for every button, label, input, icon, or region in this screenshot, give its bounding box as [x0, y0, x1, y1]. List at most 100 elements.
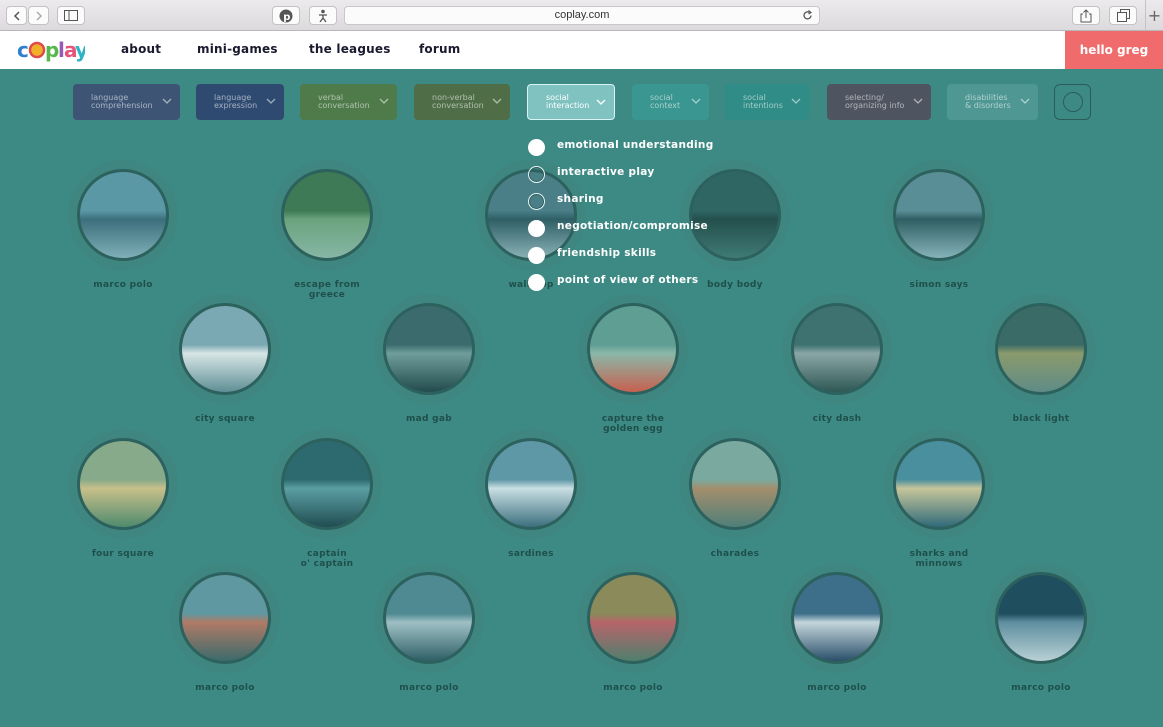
game-title[interactable]: marco polo: [53, 280, 193, 290]
back-button[interactable]: [6, 6, 27, 25]
game-tile[interactable]: [680, 160, 790, 270]
game-tile[interactable]: [476, 429, 586, 539]
new-tab-button[interactable]: +: [1145, 0, 1163, 31]
radio-icon[interactable]: [528, 165, 545, 183]
logo-mark: c p l a y: [17, 38, 85, 62]
svg-text:c: c: [17, 38, 29, 62]
game-title[interactable]: four square: [53, 549, 193, 559]
nav-the-leagues[interactable]: the leagues: [309, 42, 391, 56]
game-title-line1: sardines: [508, 549, 554, 559]
filter-chip[interactable]: social context: [632, 84, 709, 120]
game-title[interactable]: black light: [971, 414, 1111, 424]
dropdown-option-label: friendship skills: [557, 247, 657, 259]
dropdown-option[interactable]: interactive play: [528, 165, 654, 183]
game-tile[interactable]: [170, 294, 280, 404]
filter-chip[interactable]: social intentions: [725, 84, 809, 120]
radio-icon[interactable]: [528, 192, 545, 210]
game-tile[interactable]: [374, 294, 484, 404]
browser-toolbar: p coplay.com +: [0, 0, 1163, 31]
game-title[interactable]: marco polo: [971, 683, 1111, 693]
game-title[interactable]: simon says: [869, 280, 1009, 290]
game-title-line1: capture the: [601, 414, 665, 424]
chevron-down-icon: [162, 98, 172, 104]
address-bar[interactable]: coplay.com: [344, 6, 820, 25]
user-greeting-button[interactable]: hello greg: [1065, 31, 1163, 69]
radio-icon[interactable]: [528, 219, 545, 237]
game-tile[interactable]: [68, 160, 178, 270]
game-tile[interactable]: [782, 294, 892, 404]
game-tile[interactable]: [170, 563, 280, 673]
game-thumbnail: [896, 172, 982, 258]
share-button[interactable]: [1072, 6, 1100, 25]
game-tile[interactable]: [782, 563, 892, 673]
accessibility-button[interactable]: [309, 6, 337, 25]
dropdown-option-label: negotiation/compromise: [557, 220, 708, 232]
game-title-line1: escape from: [294, 280, 360, 290]
nav-mini-games[interactable]: mini-games: [197, 42, 278, 56]
filter-chip[interactable]: language expression: [196, 84, 284, 120]
filter-chip[interactable]: disabilities & disorders: [947, 84, 1038, 120]
filter-chip[interactable]: non-verbal conversation: [414, 84, 510, 120]
game-tile[interactable]: [986, 294, 1096, 404]
game-tile[interactable]: [578, 563, 688, 673]
dropdown-option-label: emotional understanding: [557, 139, 714, 151]
game-thumbnail: [692, 172, 778, 258]
coplay-logo[interactable]: c p l a y: [17, 38, 85, 62]
chevron-left-icon: [13, 10, 20, 21]
game-tile[interactable]: [680, 429, 790, 539]
radio-icon[interactable]: [528, 138, 545, 156]
dropdown-option[interactable]: point of view of others: [528, 273, 698, 291]
chevron-down-icon: [1020, 98, 1030, 104]
filter-chip[interactable]: verbal conversation: [300, 84, 397, 120]
game-title-line1: marco polo: [195, 683, 255, 693]
game-thumbnail: [386, 575, 472, 661]
tabs-button[interactable]: [1109, 6, 1137, 25]
game-thumbnail: [794, 306, 880, 392]
filter-toggle-button[interactable]: [1054, 84, 1091, 120]
site-header: c p l a y about mini-games the leagues f…: [0, 31, 1163, 69]
filter-label-line2: organizing info: [845, 101, 905, 110]
game-thumbnail: [284, 172, 370, 258]
game-title-line1: mad gab: [405, 414, 453, 424]
forward-button[interactable]: [28, 6, 49, 25]
game-title-line1: city square: [195, 414, 255, 424]
game-tile[interactable]: [272, 429, 382, 539]
filter-chip[interactable]: selecting/organizing info: [827, 84, 931, 120]
dropdown-option-label: point of view of others: [557, 274, 699, 286]
dropdown-option[interactable]: friendship skills: [528, 246, 656, 264]
game-title[interactable]: sardines: [461, 549, 601, 559]
nav-forum[interactable]: forum: [419, 42, 460, 56]
game-tile[interactable]: [374, 563, 484, 673]
game-tile[interactable]: [884, 429, 994, 539]
game-thumbnail: [80, 441, 166, 527]
filter-chip[interactable]: language comprehension: [73, 84, 180, 120]
game-tile[interactable]: [68, 429, 178, 539]
dropdown-option[interactable]: sharing: [528, 192, 604, 210]
game-tile[interactable]: [986, 563, 1096, 673]
chevron-down-icon: [913, 98, 923, 104]
radio-icon[interactable]: [528, 273, 545, 291]
chevron-down-icon: [266, 98, 276, 104]
game-title[interactable]: marco polo: [563, 683, 703, 693]
game-title[interactable]: charades: [665, 549, 805, 559]
sidebar-button[interactable]: [57, 6, 85, 25]
filter-label: language comprehension: [91, 94, 161, 110]
dropdown-option[interactable]: emotional understanding: [528, 138, 714, 156]
game-title[interactable]: city square: [155, 414, 295, 424]
radio-icon[interactable]: [528, 246, 545, 264]
reload-icon[interactable]: [802, 10, 813, 21]
game-title-line1: four square: [91, 549, 155, 559]
chevron-down-icon: [691, 98, 701, 104]
game-title[interactable]: marco polo: [767, 683, 907, 693]
game-title[interactable]: city dash: [767, 414, 907, 424]
game-tile[interactable]: [272, 160, 382, 270]
pinterest-button[interactable]: p: [272, 6, 300, 25]
game-title[interactable]: mad gab: [359, 414, 499, 424]
game-title[interactable]: marco polo: [359, 683, 499, 693]
nav-about[interactable]: about: [121, 42, 161, 56]
game-tile[interactable]: [884, 160, 994, 270]
filter-chip[interactable]: social interaction: [527, 84, 615, 120]
game-tile[interactable]: [578, 294, 688, 404]
dropdown-option[interactable]: negotiation/compromise: [528, 219, 708, 237]
game-title[interactable]: marco polo: [155, 683, 295, 693]
